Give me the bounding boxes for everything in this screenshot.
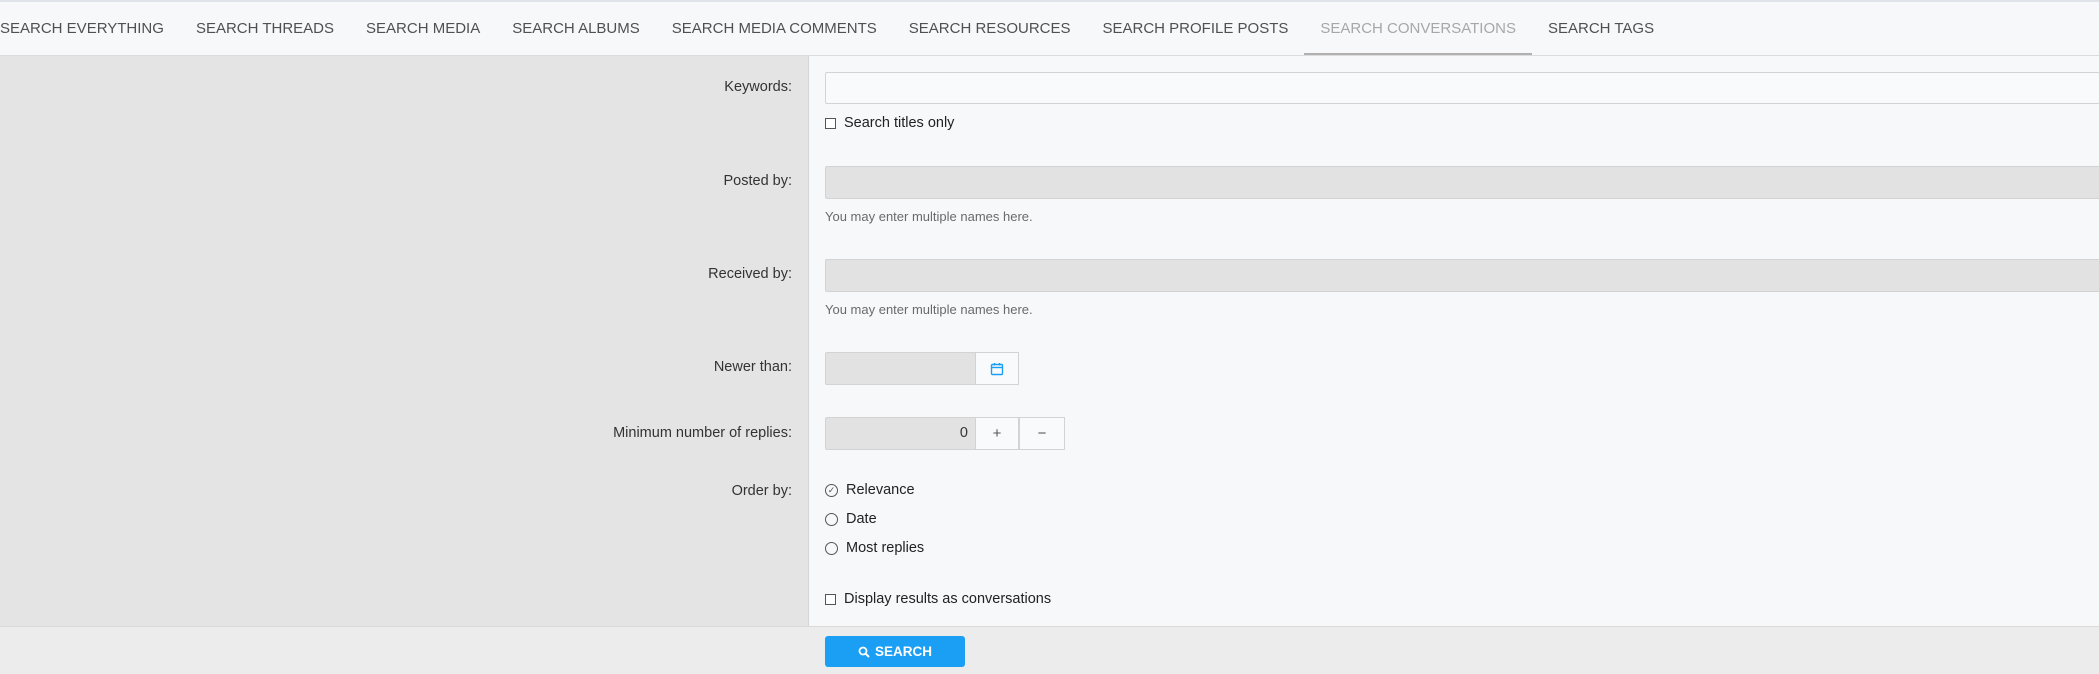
tab-search-tags[interactable]: SEARCH TAGS bbox=[1532, 2, 1670, 55]
newer-than-date-input[interactable] bbox=[825, 352, 977, 385]
received-by-hint: You may enter multiple names here. bbox=[825, 302, 1033, 317]
search-button-label: SEARCH bbox=[874, 644, 932, 659]
search-button[interactable]: SEARCH bbox=[825, 636, 965, 667]
posted-by-label: Posted by: bbox=[723, 173, 792, 189]
order-option-relevance[interactable]: ✓ Relevance bbox=[825, 482, 915, 498]
search-titles-only-label: Search titles only bbox=[844, 115, 955, 131]
order-option-most-replies[interactable]: Most replies bbox=[825, 540, 924, 556]
display-as-conversations-label: Display results as conversations bbox=[844, 591, 1052, 607]
tab-search-media-comments[interactable]: SEARCH MEDIA COMMENTS bbox=[656, 2, 893, 55]
form-input-column bbox=[808, 56, 2099, 626]
tab-search-conversations[interactable]: SEARCH CONVERSATIONS bbox=[1304, 2, 1532, 55]
radio-icon[interactable] bbox=[825, 512, 838, 526]
calendar-icon bbox=[990, 362, 1004, 375]
search-tabs: SEARCH EVERYTHING SEARCH THREADS SEARCH … bbox=[0, 2, 2099, 56]
order-by-label: Order by: bbox=[731, 483, 792, 499]
min-replies-input[interactable]: 0 bbox=[825, 417, 977, 450]
order-option-label: Relevance bbox=[846, 482, 915, 498]
calendar-button[interactable] bbox=[975, 352, 1019, 385]
checkbox-box[interactable] bbox=[825, 117, 836, 129]
search-icon bbox=[858, 646, 870, 658]
tab-search-threads[interactable]: SEARCH THREADS bbox=[180, 2, 350, 55]
radio-icon[interactable] bbox=[825, 541, 838, 555]
tab-search-everything[interactable]: SEARCH EVERYTHING bbox=[0, 2, 180, 55]
increment-button[interactable]: + bbox=[975, 417, 1019, 450]
checkbox-box[interactable] bbox=[825, 593, 836, 605]
order-option-label: Date bbox=[846, 511, 877, 527]
tab-search-profile-posts[interactable]: SEARCH PROFILE POSTS bbox=[1087, 2, 1305, 55]
received-by-label: Received by: bbox=[708, 266, 792, 282]
keywords-input[interactable] bbox=[825, 72, 2099, 104]
form-footer bbox=[0, 626, 2099, 674]
posted-by-hint: You may enter multiple names here. bbox=[825, 209, 1033, 224]
posted-by-input[interactable] bbox=[825, 166, 2099, 199]
received-by-input[interactable] bbox=[825, 259, 2099, 292]
form-label-column bbox=[0, 56, 808, 626]
min-replies-label: Minimum number of replies: bbox=[613, 425, 792, 441]
keywords-label: Keywords: bbox=[724, 79, 792, 95]
newer-than-label: Newer than: bbox=[713, 359, 792, 375]
display-as-conversations-checkbox[interactable]: Display results as conversations bbox=[825, 591, 1051, 607]
search-titles-only-checkbox[interactable]: Search titles only bbox=[825, 115, 954, 131]
tab-search-resources[interactable]: SEARCH RESOURCES bbox=[893, 2, 1087, 55]
radio-checked-icon[interactable]: ✓ bbox=[825, 483, 838, 497]
order-option-date[interactable]: Date bbox=[825, 511, 877, 527]
tab-search-albums[interactable]: SEARCH ALBUMS bbox=[496, 2, 656, 55]
tab-search-media[interactable]: SEARCH MEDIA bbox=[350, 2, 496, 55]
order-option-label: Most replies bbox=[846, 540, 925, 556]
decrement-button[interactable]: − bbox=[1019, 417, 1065, 450]
